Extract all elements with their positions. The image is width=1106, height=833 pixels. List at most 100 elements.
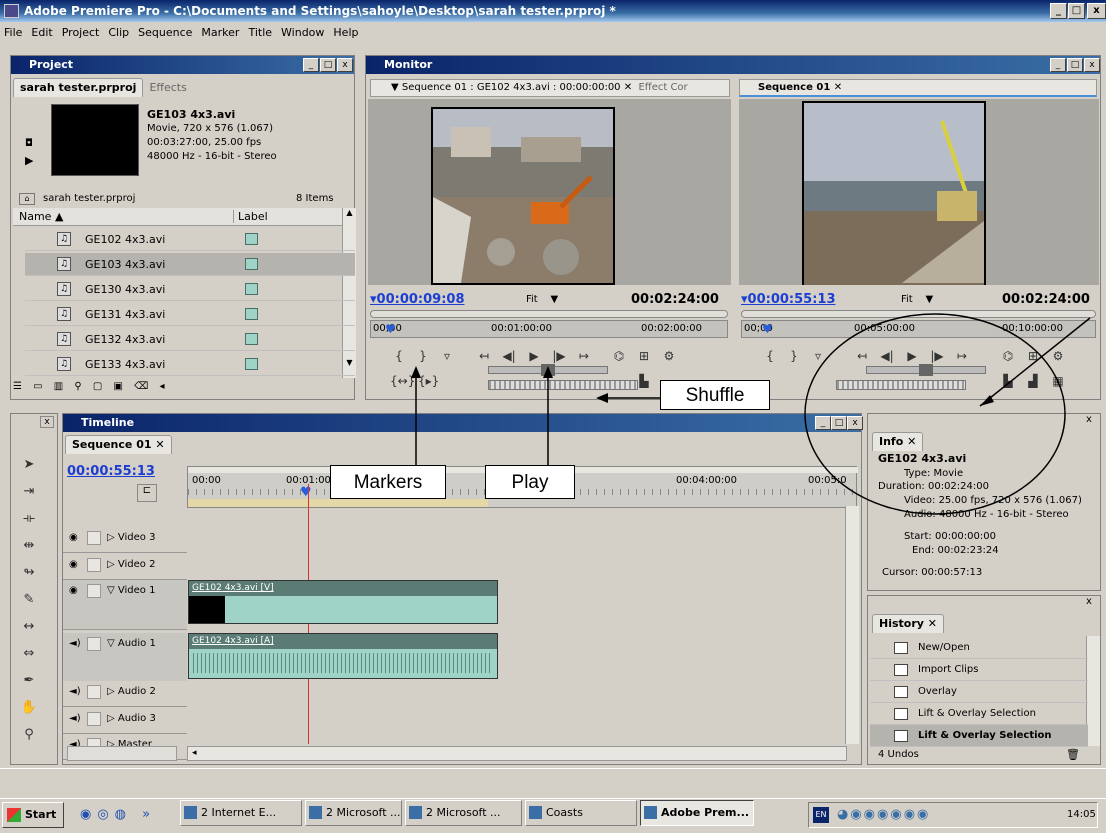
set-in-point-button[interactable]: {	[390, 348, 408, 364]
project-panel-toolbar[interactable]: ☰ ▭ ▥ ⚲ ▢ ▣ ⌫ ◂	[13, 381, 353, 397]
track-header[interactable]: ◉ ▷ Video 2	[63, 554, 187, 580]
program-zoom-bar[interactable]	[741, 310, 1096, 318]
label-color-swatch[interactable]	[245, 308, 258, 320]
label-color-swatch[interactable]	[245, 233, 258, 245]
program-loop-button[interactable]: ⌬	[999, 348, 1017, 364]
trash-icon[interactable]: 🗑	[1066, 748, 1080, 761]
loop-button[interactable]: ⌬	[610, 348, 628, 364]
set-marker-button[interactable]: ▿	[438, 348, 456, 364]
track-header[interactable]: ◉ ▽ Video 1	[63, 580, 187, 630]
track-header[interactable]: ◄) ▷ Audio 2	[63, 681, 187, 707]
history-item[interactable]: Import Clips	[870, 659, 1088, 681]
program-jog-wheel[interactable]	[836, 380, 966, 390]
go-to-in-point-button[interactable]: ↤	[475, 348, 493, 364]
speaker-icon[interactable]: ◄)	[69, 686, 81, 697]
menu-item-file[interactable]: File	[4, 22, 22, 44]
camera-icon[interactable]: ◘	[25, 138, 33, 149]
track-header[interactable]: ◄) ▷ Audio 3	[63, 708, 187, 734]
language-indicator[interactable]: EN	[813, 807, 829, 823]
step-forward-button[interactable]: |▶	[550, 348, 568, 364]
zoom-tool-icon[interactable]: ⚲	[17, 724, 41, 746]
eye-icon[interactable]: ◉	[69, 532, 78, 543]
ripple-edit-tool-icon[interactable]: ⟛	[17, 508, 41, 530]
label-color-swatch[interactable]	[245, 283, 258, 295]
insert-button[interactable]: ▙	[635, 373, 653, 389]
rate-stretch-tool-icon[interactable]: ↬	[17, 562, 41, 584]
tab-effects[interactable]: Effects	[143, 79, 192, 97]
program-set-out-button[interactable]: }	[785, 348, 803, 364]
project-list-item[interactable]: ♫ GE103 4x3.avi	[25, 253, 355, 276]
program-play-button[interactable]: ▶	[903, 348, 921, 364]
track-header[interactable]: ◄) ▽ Audio 1	[63, 633, 187, 683]
selection-tool-icon[interactable]: ➤	[17, 454, 41, 476]
program-step-back-button[interactable]: ◀|	[878, 348, 896, 364]
track-lock-toggle[interactable]	[87, 531, 101, 545]
timeline-horizontal-scrollbar[interactable]: ◂	[187, 746, 847, 761]
program-set-in-button[interactable]: {	[761, 348, 779, 364]
snap-icon[interactable]: ⊏	[137, 484, 157, 502]
label-color-swatch[interactable]	[245, 333, 258, 345]
taskbar-button[interactable]: 2 Microsoft ...	[305, 800, 402, 826]
timeline-current-time[interactable]: 00:00:55:13	[67, 464, 155, 479]
speaker-icon[interactable]: ◄)	[69, 713, 81, 724]
project-list-item[interactable]: ♫ GE132 4x3.avi	[25, 328, 355, 351]
tab-program-monitor[interactable]: Sequence 01 ✕	[739, 79, 1097, 97]
program-safe-margins-button[interactable]: ⊞	[1024, 348, 1042, 364]
razor-tool-icon[interactable]: ✎	[17, 589, 41, 611]
panel-minimize-button[interactable]: _	[303, 58, 319, 72]
column-label-header[interactable]: Label	[233, 210, 268, 223]
taskbar-button[interactable]: Coasts	[525, 800, 637, 826]
label-color-swatch[interactable]	[245, 258, 258, 270]
quick-launch-icons[interactable]: ◉◎◍ »	[80, 807, 156, 822]
history-item[interactable]: Overlay	[870, 681, 1088, 703]
tray-icons[interactable]: ◕◉◉◉◉◉◉	[837, 803, 930, 827]
bin-icon[interactable]: ⌂	[19, 193, 35, 205]
menu-item-help[interactable]: Help	[333, 22, 358, 44]
tab-sequence-01[interactable]: Sequence 01 ✕	[65, 435, 172, 454]
source-zoom-bar[interactable]	[370, 310, 728, 318]
extract-button[interactable]: ▟	[1024, 373, 1042, 389]
eye-icon[interactable]: ◉	[69, 585, 78, 596]
program-go-to-out-button[interactable]: ↦	[953, 348, 971, 364]
timeline-playhead[interactable]: ♥	[300, 485, 312, 500]
project-list-item[interactable]: ♫ GE130 4x3.avi	[25, 278, 355, 301]
menu-item-edit[interactable]: Edit	[31, 22, 52, 44]
tab-source-monitor[interactable]: ▼ Sequence 01 : GE102 4x3.avi : 00:00:00…	[370, 79, 730, 97]
source-jog-wheel[interactable]	[488, 380, 638, 390]
program-fit-select[interactable]: Fit ▼	[901, 294, 933, 305]
eye-icon[interactable]: ◉	[69, 559, 78, 570]
monitor-close-button[interactable]: x	[1084, 58, 1100, 72]
program-go-to-in-button[interactable]: ↤	[853, 348, 871, 364]
source-playhead[interactable]: ♥	[385, 322, 396, 336]
timeline-vertical-scrollbar[interactable]	[845, 506, 859, 744]
track-lock-toggle[interactable]	[87, 558, 101, 572]
go-to-marker-button[interactable]: {▸}	[418, 373, 439, 389]
speaker-icon[interactable]: ◄)	[69, 638, 81, 649]
project-list-item[interactable]: ♫ GE131 4x3.avi	[25, 303, 355, 326]
tab-info[interactable]: Info ✕	[872, 432, 924, 451]
track-lock-toggle[interactable]	[87, 637, 101, 651]
step-back-button[interactable]: ◀|	[500, 348, 518, 364]
monitor-maximize-button[interactable]: □	[1067, 58, 1083, 72]
panel-close-button[interactable]: x	[337, 58, 353, 72]
program-marker-button[interactable]: ▿	[809, 348, 827, 364]
taskbar-button[interactable]: 2 Microsoft ...	[405, 800, 522, 826]
column-name-header[interactable]: Name ▲	[19, 210, 63, 223]
menu-item-sequence[interactable]: Sequence	[138, 22, 192, 44]
monitor-minimize-button[interactable]: _	[1050, 58, 1066, 72]
tools-panel-close-button[interactable]: x	[40, 416, 54, 428]
set-out-point-button[interactable]: }	[414, 348, 432, 364]
go-to-out-point-button[interactable]: ↦	[575, 348, 593, 364]
track-header[interactable]: ◉ ▷ Video 3	[63, 527, 187, 553]
history-close-button[interactable]: x	[1086, 596, 1092, 607]
safe-margins-button[interactable]: ⊞	[635, 348, 653, 364]
source-fit-select[interactable]: Fit ▼	[526, 294, 558, 305]
play-button[interactable]: ▶	[525, 348, 543, 364]
history-item[interactable]: New/Open	[870, 637, 1088, 659]
start-button[interactable]: Start	[2, 802, 64, 828]
menu-item-project[interactable]: Project	[62, 22, 100, 44]
panel-maximize-button[interactable]: □	[320, 58, 336, 72]
program-playhead[interactable]: ♥	[762, 322, 773, 336]
trim-button[interactable]: ▦	[1049, 373, 1067, 389]
video-clip[interactable]: GE102 4x3.avi [V]	[188, 580, 498, 624]
